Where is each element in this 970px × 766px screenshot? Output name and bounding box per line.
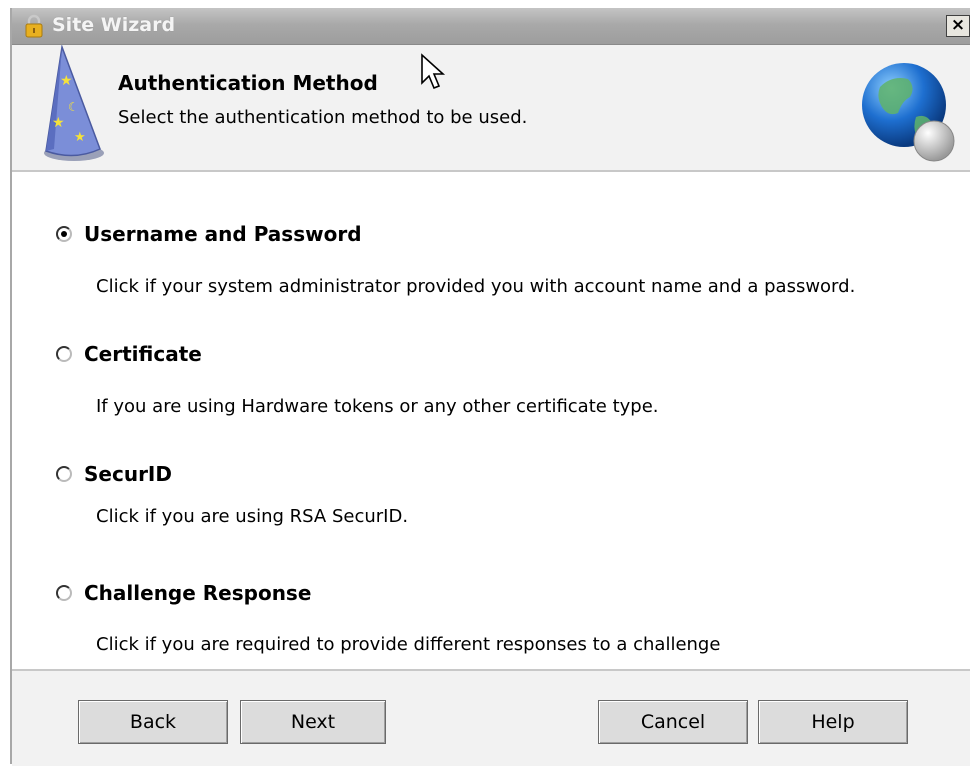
option-certificate[interactable]: Certificate	[56, 342, 202, 366]
svg-text:★: ★	[60, 73, 73, 89]
option-label: SecurID	[84, 462, 172, 486]
option-securid[interactable]: SecurID	[56, 462, 172, 486]
lock-icon	[25, 14, 43, 38]
option-username-password[interactable]: Username and Password	[56, 222, 362, 246]
option-label: Challenge Response	[84, 581, 312, 605]
wizard-hat-icon: ★ ☾ ★ ★	[44, 45, 104, 161]
option-description: Click if you are required to provide dif…	[96, 634, 721, 655]
close-icon: ×	[950, 15, 966, 35]
option-label: Username and Password	[84, 222, 362, 246]
cancel-button[interactable]: Cancel	[598, 700, 748, 744]
svg-text:☾: ☾	[68, 100, 79, 114]
svg-text:★: ★	[52, 115, 65, 131]
radio-challenge-response[interactable]	[56, 585, 72, 601]
auth-options-panel: Username and Password Click if your syst…	[12, 172, 970, 668]
radio-securid[interactable]	[56, 466, 72, 482]
next-button[interactable]: Next	[240, 700, 386, 744]
globe-icon	[862, 63, 955, 162]
svg-text:★: ★	[74, 130, 86, 145]
option-description: Click if your system administrator provi…	[96, 276, 856, 297]
site-wizard-window: Site Wizard × ★ ☾ ★ ★ Authentication Met…	[10, 8, 970, 766]
radio-username-password[interactable]	[56, 226, 72, 242]
option-challenge-response[interactable]: Challenge Response	[56, 581, 311, 605]
wizard-footer: Back Next Cancel Help	[12, 669, 970, 766]
cancel-button-label: Cancel	[640, 711, 706, 733]
page-title: Authentication Method	[118, 71, 378, 95]
mouse-cursor-icon	[421, 53, 446, 90]
next-button-label: Next	[290, 711, 336, 733]
help-button-label: Help	[811, 711, 855, 733]
help-button[interactable]: Help	[758, 700, 908, 744]
option-label: Certificate	[84, 342, 202, 366]
window-title: Site Wizard	[52, 14, 176, 36]
option-description: If you are using Hardware tokens or any …	[96, 396, 659, 417]
back-button-label: Back	[129, 711, 177, 733]
wizard-header: ★ ☾ ★ ★ Authentication Method Select the…	[12, 45, 970, 172]
title-bar[interactable]: Site Wizard ×	[12, 8, 970, 45]
page-subtitle: Select the authentication method to be u…	[118, 107, 528, 128]
back-button[interactable]: Back	[78, 700, 228, 744]
close-button[interactable]: ×	[946, 15, 970, 37]
option-description: Click if you are using RSA SecurID.	[96, 506, 409, 527]
radio-certificate[interactable]	[56, 346, 72, 362]
